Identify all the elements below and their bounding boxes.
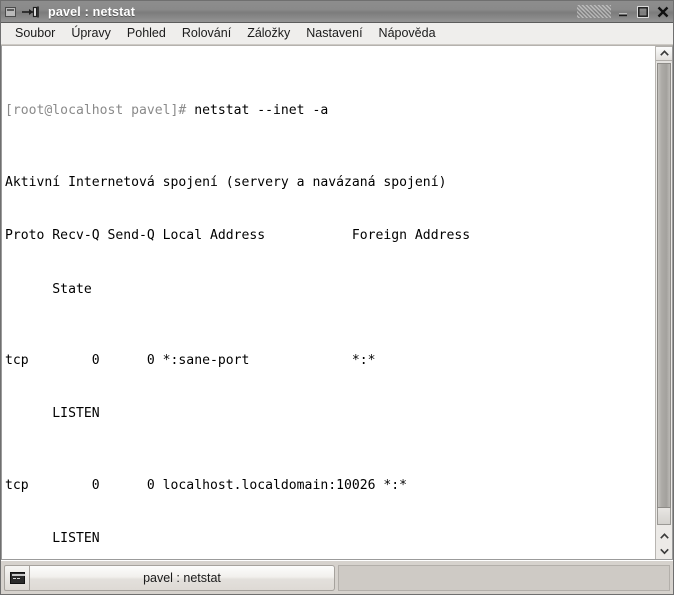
terminal-area: [root@localhost pavel]# netstat --inet -… <box>1 45 673 560</box>
scrollbar-thumb-end[interactable] <box>657 508 671 525</box>
status-bar: pavel : netstat <box>1 560 673 594</box>
scroll-up-button[interactable] <box>656 46 672 61</box>
menu-item-upravy[interactable]: Úpravy <box>63 24 119 43</box>
scroll-down-button[interactable] <box>656 544 672 559</box>
window-title: pavel : netstat <box>48 4 136 19</box>
maximize-button[interactable] <box>633 2 653 22</box>
new-tab-button[interactable] <box>4 564 30 591</box>
menu-item-pohled[interactable]: Pohled <box>119 24 174 43</box>
scroll-up-small-button[interactable] <box>656 529 672 544</box>
tab-strip: pavel : netstat <box>4 564 656 591</box>
shell-prompt: [root@localhost pavel]# <box>5 103 187 119</box>
menu-bar: Soubor Úpravy Pohled Rolování Záložky Na… <box>1 23 673 45</box>
terminal-line-columns: Proto Recv-Q Send-Q Local Address Foreig… <box>5 228 471 244</box>
tab-pavel-netstat[interactable]: pavel : netstat <box>30 564 335 591</box>
terminal-line-header: Aktivní Internetová spojení (servery a n… <box>5 174 447 190</box>
table-row: tcp 0 0 *:sane-port *:* <box>5 352 376 368</box>
terminal-icon <box>9 571 25 584</box>
window-icon[interactable] <box>5 6 16 17</box>
menu-item-soubor[interactable]: Soubor <box>7 24 63 43</box>
table-row: tcp 0 0 localhost.localdomain:10026 *:* <box>5 477 408 493</box>
resize-grip[interactable] <box>577 5 611 18</box>
terminal-line-command: [root@localhost pavel]# netstat --inet -… <box>5 102 655 120</box>
pin-icon[interactable] <box>21 5 41 19</box>
statusbar-corner <box>656 564 670 591</box>
terminal-output[interactable]: [root@localhost pavel]# netstat --inet -… <box>2 46 655 559</box>
menu-item-zalozky[interactable]: Záložky <box>239 24 298 43</box>
tab-label: pavel : netstat <box>143 570 221 585</box>
scrollbar-bottom-buttons <box>656 529 672 559</box>
menu-item-nastaveni[interactable]: Nastavení <box>298 24 370 43</box>
title-bar[interactable]: pavel : netstat <box>1 1 673 23</box>
close-button[interactable] <box>653 2 673 22</box>
table-row-state: LISTEN <box>5 406 100 422</box>
menu-item-rolovani[interactable]: Rolování <box>174 24 239 43</box>
terminal-line-state-header: State <box>5 281 92 297</box>
scrollbar-thumb[interactable] <box>657 63 671 508</box>
minimize-button[interactable] <box>613 2 633 22</box>
table-row-state: LISTEN <box>5 530 100 546</box>
vertical-scrollbar[interactable] <box>655 46 672 559</box>
terminal-window: pavel : netstat Soubor Úpravy Pohled Rol… <box>0 0 674 595</box>
typed-command: netstat --inet -a <box>186 103 329 119</box>
tab-strip-empty-area[interactable] <box>338 564 656 591</box>
terminal-text-buffer: [root@localhost pavel]# netstat --inet -… <box>5 49 655 559</box>
menu-item-napoveda[interactable]: Nápověda <box>371 24 444 43</box>
